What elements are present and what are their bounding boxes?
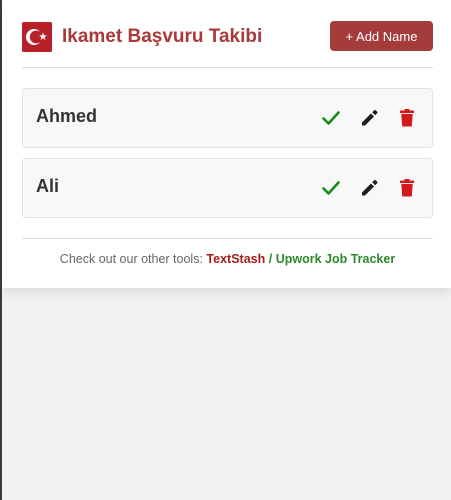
name-label: Ali bbox=[36, 176, 60, 196]
add-name-button[interactable]: + Add Name bbox=[330, 21, 433, 51]
popup-panel: Ikamet Başvuru Takibi + Add Name Ahmed A… bbox=[2, 0, 451, 288]
turkish-flag-icon bbox=[22, 22, 52, 52]
trash-icon[interactable] bbox=[396, 177, 418, 199]
footer-separator: / bbox=[268, 252, 273, 266]
upwork-job-tracker-link[interactable]: Upwork Job Tracker bbox=[276, 252, 396, 266]
list-item: Ahmed bbox=[22, 88, 433, 148]
trash-icon[interactable] bbox=[396, 107, 418, 129]
header: Ikamet Başvuru Takibi + Add Name bbox=[22, 20, 433, 54]
name-label: Ahmed bbox=[36, 106, 98, 126]
row-actions bbox=[304, 177, 418, 199]
app-title: Ikamet Başvuru Takibi bbox=[62, 26, 263, 47]
divider bbox=[22, 67, 433, 68]
row-actions bbox=[304, 107, 418, 129]
footer-text: Check out our other tools: bbox=[59, 252, 203, 266]
names-list: Ahmed Ali bbox=[22, 88, 433, 228]
check-icon[interactable] bbox=[320, 107, 342, 129]
footer: Check out our other tools: TextStash / U… bbox=[22, 252, 433, 266]
list-item: Ali bbox=[22, 158, 433, 218]
check-icon[interactable] bbox=[320, 177, 342, 199]
pencil-icon[interactable] bbox=[358, 177, 380, 199]
pencil-icon[interactable] bbox=[358, 107, 380, 129]
textstash-link[interactable]: TextStash bbox=[206, 252, 265, 266]
divider bbox=[22, 238, 433, 239]
